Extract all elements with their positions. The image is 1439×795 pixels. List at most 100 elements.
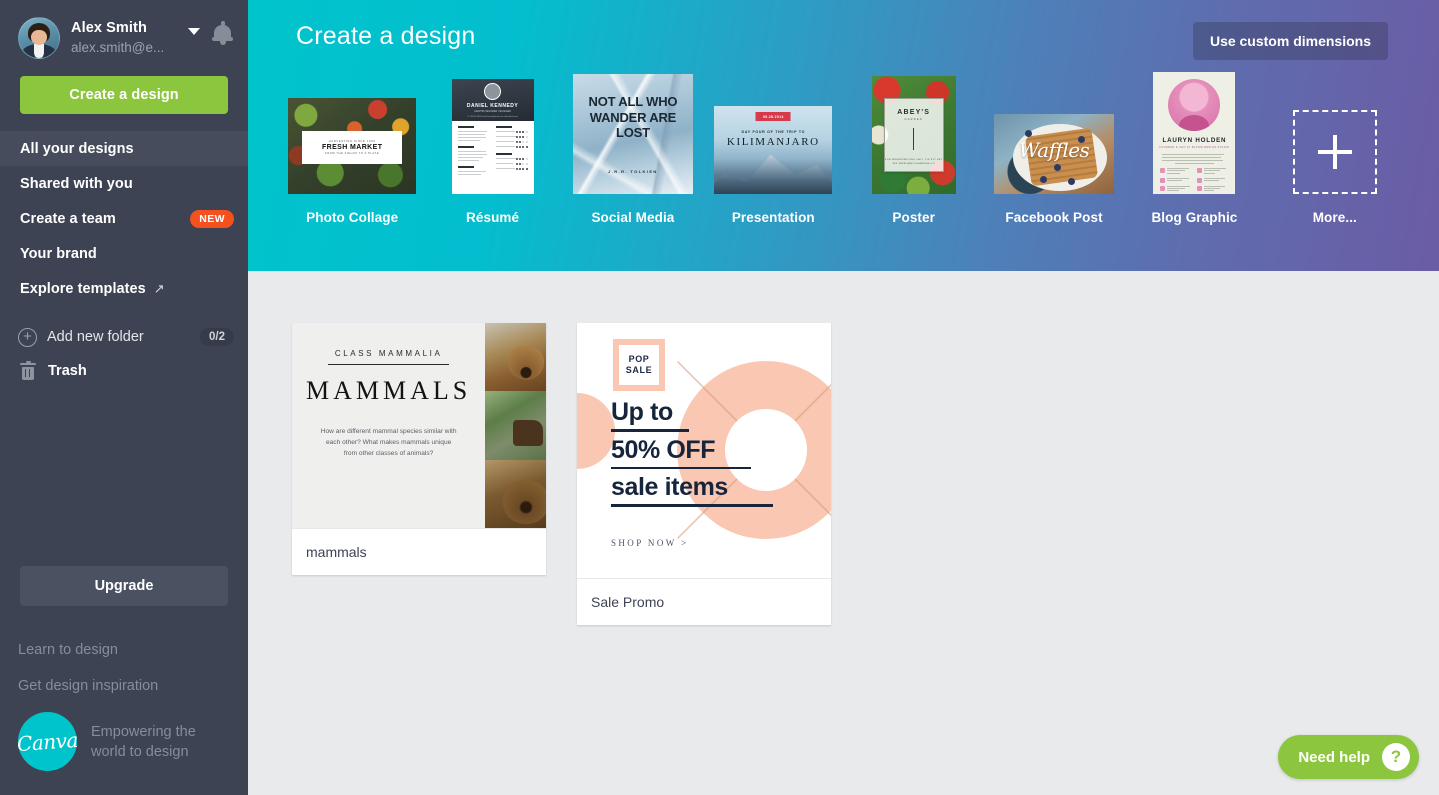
get-design-inspiration-link[interactable]: Get design inspiration	[0, 668, 248, 704]
sidebar-item-label: Create a team	[20, 210, 116, 227]
facebook-script-text: Waffles	[1018, 138, 1090, 162]
mammals-preview: CLASS MAMMALIA MAMMALS How are different…	[292, 323, 546, 528]
mammals-photo-bear	[485, 459, 546, 528]
user-name: Alex Smith	[71, 20, 147, 36]
question-mark-icon: ?	[1382, 743, 1410, 771]
canva-logo-text: Canva	[16, 727, 79, 756]
design-type-photo-collage[interactable]: HARVESTING SINCE 1996 FRESH MARKET FROM …	[282, 72, 422, 225]
sidebar-item-create-a-team[interactable]: Create a team NEW	[0, 201, 248, 236]
presentation-title: KILIMANJARO	[726, 136, 820, 148]
sale-line-3: sale items	[611, 473, 728, 501]
page-title: Create a design	[296, 22, 476, 50]
presentation-kicker: DAY FOUR OF THE TRIP TO	[741, 130, 806, 134]
poster-foot: FOR RESERVATIONS CALL 718 937 681 382 WW…	[885, 159, 943, 165]
canva-brand: Canva Empowering the world to design	[0, 704, 248, 771]
sale-promo-preview: POP SALE Up to 50% OFF sale items SHOP N…	[577, 323, 831, 578]
use-custom-dimensions-button[interactable]: Use custom dimensions	[1192, 22, 1388, 60]
canva-app: Alex Smith alex.smith@e... Create a desi…	[0, 0, 1439, 795]
brand-tagline: Empowering the world to design	[91, 722, 196, 762]
sidebar-folders: Add new folder 0/2 Trash	[0, 320, 248, 388]
sidebar-item-shared-with-you[interactable]: Shared with you	[0, 166, 248, 201]
social-author: J.R.R. TOLKIEN	[608, 169, 658, 174]
sidebar-item-all-your-designs[interactable]: All your designs	[0, 130, 264, 166]
user-profile[interactable]: Alex Smith alex.smith@e...	[0, 0, 248, 62]
design-card-sale-promo[interactable]: POP SALE Up to 50% OFF sale items SHOP N…	[577, 323, 831, 625]
sale-line-2: 50% OFF	[611, 435, 716, 464]
design-type-presentation[interactable]: 05.28.2014 DAY FOUR OF THE TRIP TO KILIM…	[703, 72, 843, 225]
photo-collage-thumbnail: HARVESTING SINCE 1996 FRESH MARKET FROM …	[288, 98, 417, 194]
tile-label: Facebook Post	[1005, 210, 1103, 225]
design-type-more[interactable]: More...	[1265, 72, 1405, 225]
poster-brand: ABEY'S	[897, 109, 931, 116]
presentation-date: 05.28.2014	[755, 112, 791, 121]
trash-icon	[20, 360, 36, 381]
shop-now-cta: SHOP NOW >	[611, 538, 689, 548]
sidebar-item-label: Your brand	[20, 245, 97, 262]
external-link-arrow-icon: ↗	[153, 280, 165, 296]
blog-sub: FOUNDER & CEO AT BLOOM DESIGN STUDIO	[1159, 146, 1230, 149]
add-new-folder-label: Add new folder	[47, 329, 144, 345]
design-card-title: Sale Promo	[577, 578, 831, 625]
mammals-photo-moose	[485, 391, 546, 460]
collage-kicker: HARVESTING SINCE 1996	[328, 140, 376, 143]
sidebar-item-your-brand[interactable]: Your brand	[0, 236, 248, 271]
brand-tagline-line1: Empowering the	[91, 723, 196, 740]
design-type-social-media[interactable]: NOT ALL WHO WANDER ARE LOST J.R.R. TOLKI…	[563, 72, 703, 225]
mammals-kicker: CLASS MAMMALIA	[334, 349, 443, 358]
social-quote: NOT ALL WHO WANDER ARE LOST	[588, 94, 678, 140]
plus-circle-icon	[18, 327, 37, 347]
sidebar-nav: All your designs Shared with you Create …	[0, 130, 264, 306]
sale-line-1: Up to	[611, 398, 673, 426]
notification-bell-icon[interactable]	[212, 21, 234, 45]
avatar[interactable]	[18, 17, 60, 59]
chevron-down-icon[interactable]	[188, 27, 200, 35]
trash-label: Trash	[48, 363, 87, 379]
sidebar: Alex Smith alex.smith@e... Create a desi…	[0, 0, 264, 795]
canva-logo-icon: Canva	[16, 712, 79, 771]
collage-sub: FROM THE FIELDS TO A PLATE	[325, 152, 380, 155]
collage-title: FRESH MARKET	[321, 144, 383, 151]
tile-label: Photo Collage	[306, 210, 399, 225]
upgrade-button[interactable]: Upgrade	[20, 566, 228, 606]
resume-role: GRAPHIC DESIGNER / MANAGER	[474, 111, 511, 113]
tile-label: Résumé	[466, 210, 520, 225]
sidebar-footer-links: Learn to design Get design inspiration	[0, 632, 248, 704]
add-new-folder-button[interactable]: Add new folder 0/2	[0, 320, 248, 354]
blog-graphic-thumbnail: LAURYN HOLDEN FOUNDER & CEO AT BLOOM DES…	[1153, 72, 1236, 194]
create-a-design-button[interactable]: Create a design	[20, 76, 228, 114]
design-type-poster[interactable]: ABEY'S GARDEN FOR RESERVATIONS CALL 718 …	[844, 72, 984, 225]
sidebar-item-label: Explore templates	[20, 280, 146, 297]
badge-line1: POP	[628, 354, 650, 364]
user-name-block: Alex Smith alex.smith@e...	[71, 20, 184, 56]
sidebar-item-label: Shared with you	[20, 175, 133, 192]
poster-thumbnail: ABEY'S GARDEN FOR RESERVATIONS CALL 718 …	[871, 76, 956, 194]
plus-icon	[1317, 135, 1352, 169]
design-card-mammals[interactable]: CLASS MAMMALIA MAMMALS How are different…	[292, 323, 546, 575]
poster-sub: GARDEN	[904, 118, 923, 121]
resume-contact: +1 234 567 8900 | daniel.kennedy@mail.co…	[467, 116, 518, 118]
designs-grid: CLASS MAMMALIA MAMMALS How are different…	[292, 323, 831, 625]
tile-label: More...	[1312, 210, 1357, 225]
design-type-resume[interactable]: DANIEL KENNEDY GRAPHIC DESIGNER / MANAGE…	[422, 72, 562, 225]
badge-line2: SALE	[625, 365, 653, 375]
mammals-heading: MAMMALS	[306, 376, 472, 405]
presentation-thumbnail: 05.28.2014 DAY FOUR OF THE TRIP TO KILIM…	[714, 106, 833, 194]
design-type-facebook-post[interactable]: Waffles Facebook Post	[984, 72, 1124, 225]
tile-label: Blog Graphic	[1151, 210, 1238, 225]
user-email: alex.smith@e...	[71, 40, 165, 55]
main-content: Create a design Use custom dimensions HA…	[248, 0, 1439, 795]
sidebar-item-explore-templates[interactable]: Explore templates ↗	[0, 271, 248, 306]
folder-count-badge: 0/2	[200, 328, 234, 346]
sidebar-item-trash[interactable]: Trash	[0, 354, 248, 388]
blog-name: LAURYN HOLDEN	[1162, 137, 1227, 144]
learn-to-design-link[interactable]: Learn to design	[0, 632, 248, 668]
mammals-body: How are different mammal species similar…	[320, 428, 457, 457]
tile-label: Presentation	[731, 210, 815, 225]
resume-thumbnail: DANIEL KENNEDY GRAPHIC DESIGNER / MANAGE…	[451, 79, 534, 194]
pop-sale-badge: POP SALE	[613, 339, 665, 391]
need-help-button[interactable]: Need help ?	[1278, 735, 1419, 779]
create-a-design-hero: Create a design Use custom dimensions HA…	[248, 0, 1439, 271]
design-type-blog-graphic[interactable]: LAURYN HOLDEN FOUNDER & CEO AT BLOOM DES…	[1124, 72, 1264, 225]
facebook-post-thumbnail: Waffles	[994, 114, 1115, 194]
